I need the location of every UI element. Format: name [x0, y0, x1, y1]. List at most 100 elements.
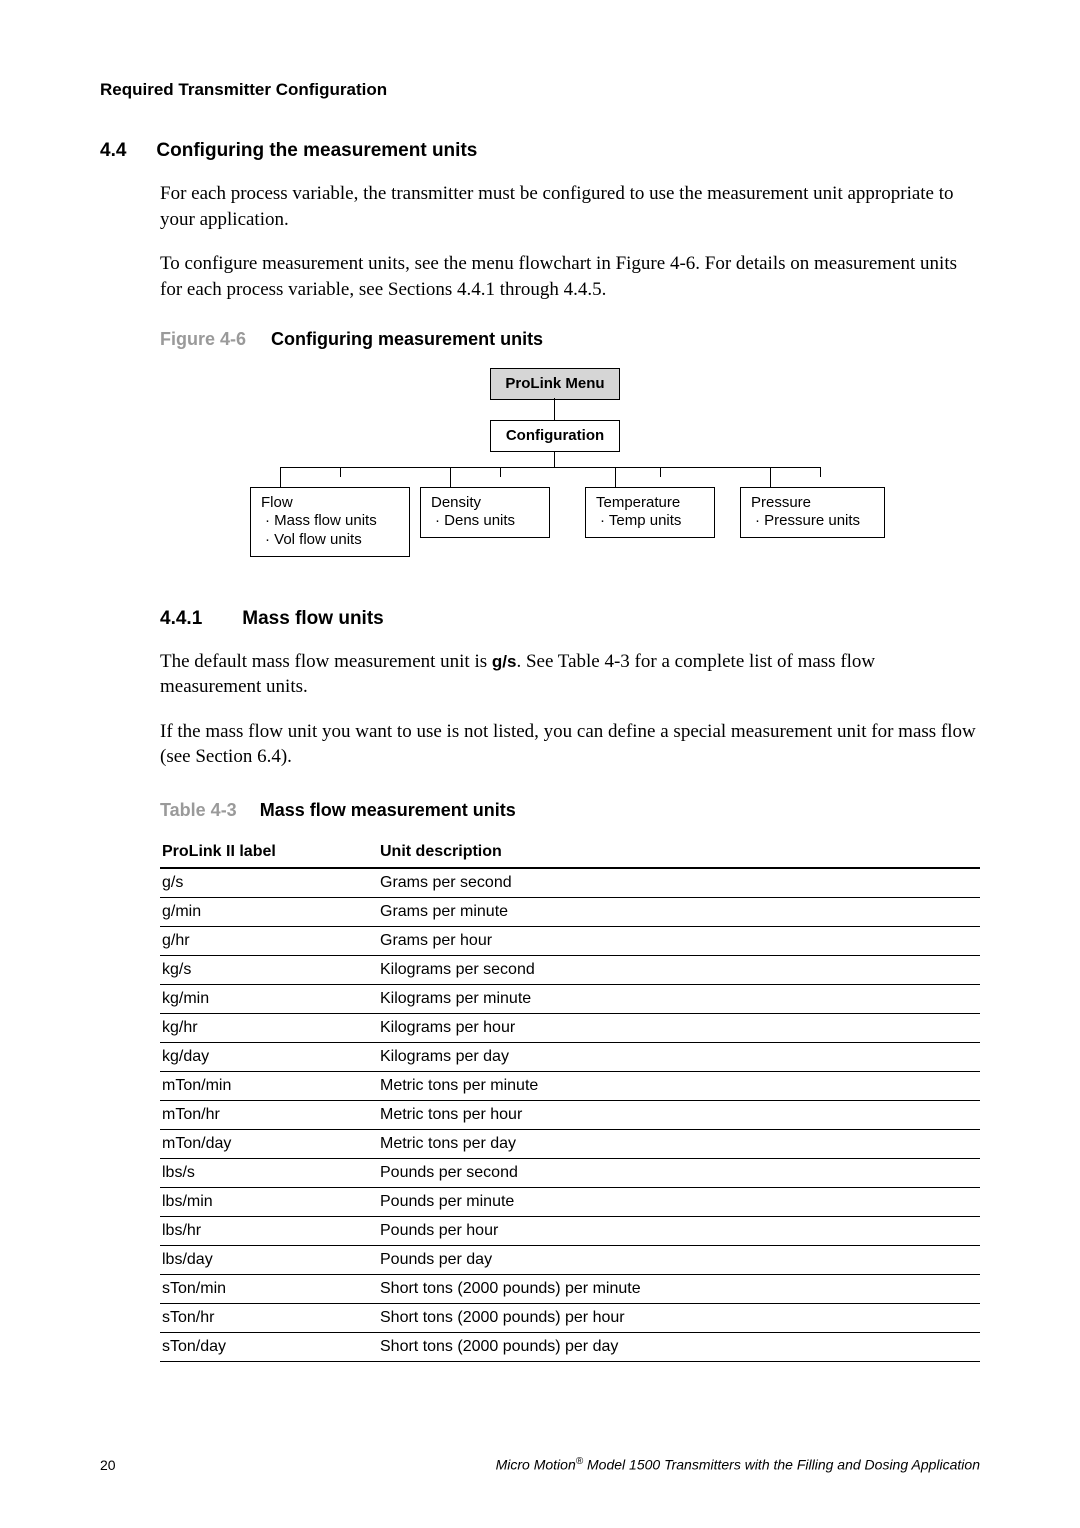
table-cell-label: mTon/hr [160, 1101, 378, 1130]
table-cell-description: Pounds per hour [378, 1217, 980, 1246]
text-run: Model 1500 Transmitters with the Filling… [583, 1457, 980, 1473]
table-row: mTon/hrMetric tons per hour [160, 1101, 980, 1130]
figure-title: Configuring measurement units [271, 329, 543, 349]
table-row: kg/hrKilograms per hour [160, 1014, 980, 1043]
table-cell-label: sTon/hr [160, 1304, 378, 1333]
page-number: 20 [100, 1457, 116, 1473]
table-row: mTon/minMetric tons per minute [160, 1072, 980, 1101]
section-title: Configuring the measurement units [156, 140, 477, 162]
diagram-connector [820, 467, 821, 477]
diagram-connector [554, 398, 555, 420]
table-row: kg/minKilograms per minute [160, 985, 980, 1014]
paragraph: For each process variable, the transmitt… [160, 181, 980, 232]
paragraph: To configure measurement units, see the … [160, 251, 980, 302]
table-cell-label: lbs/s [160, 1159, 378, 1188]
table-cell-description: Metric tons per hour [378, 1101, 980, 1130]
diagram-node-title: Flow [261, 494, 399, 513]
figure-4-6-diagram: ProLink Menu Configuration Flow · Mass f… [200, 368, 920, 578]
table-cell-description: Pounds per second [378, 1159, 980, 1188]
table-cell-description: Metric tons per minute [378, 1072, 980, 1101]
diagram-connector [450, 467, 451, 487]
table-row: lbs/dayPounds per day [160, 1246, 980, 1275]
table-cell-label: g/s [160, 868, 378, 898]
diagram-node-title: Temperature [596, 494, 704, 513]
figure-label: Figure 4-6 [160, 329, 246, 349]
diagram-node-item: · Vol flow units [261, 531, 399, 550]
table-row: sTon/minShort tons (2000 pounds) per min… [160, 1275, 980, 1304]
table-cell-label: sTon/day [160, 1333, 378, 1362]
table-row: lbs/hrPounds per hour [160, 1217, 980, 1246]
table-cell-description: Kilograms per hour [378, 1014, 980, 1043]
table-cell-label: mTon/min [160, 1072, 378, 1101]
page-footer: 20 Micro Motion® Model 1500 Transmitters… [100, 1456, 980, 1473]
diagram-connector [340, 467, 341, 477]
bold-text: g/s [492, 652, 517, 671]
table-title: Mass flow measurement units [260, 800, 516, 820]
table-cell-label: lbs/day [160, 1246, 378, 1275]
table-cell-description: Kilograms per day [378, 1043, 980, 1072]
table-cell-description: Kilograms per minute [378, 985, 980, 1014]
running-head: Required Transmitter Configuration [100, 80, 980, 100]
diagram-node-title: Density [431, 494, 539, 513]
table-cell-description: Kilograms per second [378, 956, 980, 985]
table-row: mTon/dayMetric tons per day [160, 1130, 980, 1159]
table-cell-description: Grams per minute [378, 898, 980, 927]
diagram-connector [554, 451, 555, 467]
section-4-4-1-body: The default mass flow measurement unit i… [160, 649, 980, 1363]
table-label: Table 4-3 [160, 800, 237, 820]
table-cell-description: Pounds per minute [378, 1188, 980, 1217]
diagram-connector [770, 467, 771, 487]
diagram-node-item: · Dens units [431, 512, 539, 531]
diagram-node-pressure: Pressure · Pressure units [740, 487, 885, 539]
section-4-4-1-heading: 4.4.1 Mass flow units [160, 608, 980, 630]
table-row: sTon/dayShort tons (2000 pounds) per day [160, 1333, 980, 1362]
table-cell-label: kg/s [160, 956, 378, 985]
diagram-connector [500, 467, 501, 477]
table-cell-description: Grams per second [378, 868, 980, 898]
page: Required Transmitter Configuration 4.4 C… [0, 0, 1080, 1528]
table-cell-description: Pounds per day [378, 1246, 980, 1275]
table-cell-label: lbs/min [160, 1188, 378, 1217]
table-row: sTon/hrShort tons (2000 pounds) per hour [160, 1304, 980, 1333]
table-header-row: ProLink II label Unit description [160, 835, 980, 868]
table-cell-description: Short tons (2000 pounds) per minute [378, 1275, 980, 1304]
table-cell-description: Short tons (2000 pounds) per day [378, 1333, 980, 1362]
diagram-node-title: Pressure [751, 494, 874, 513]
table-cell-label: kg/day [160, 1043, 378, 1072]
table-cell-description: Grams per hour [378, 927, 980, 956]
table-row: lbs/minPounds per minute [160, 1188, 980, 1217]
diagram-node-density: Density · Dens units [420, 487, 550, 539]
table-header-cell: ProLink II label [160, 835, 378, 868]
table-cell-label: kg/min [160, 985, 378, 1014]
diagram-connector [280, 467, 281, 487]
table-4-3: ProLink II label Unit description g/sGra… [160, 835, 980, 1362]
paragraph: The default mass flow measurement unit i… [160, 649, 980, 700]
section-title: Mass flow units [242, 608, 383, 630]
table-row: kg/dayKilograms per day [160, 1043, 980, 1072]
text-run: Micro Motion [496, 1457, 576, 1473]
diagram-node-item: · Temp units [596, 512, 704, 531]
table-row: g/sGrams per second [160, 868, 980, 898]
diagram-node-item: · Pressure units [751, 512, 874, 531]
diagram-node-temperature: Temperature · Temp units [585, 487, 715, 539]
diagram-connector [615, 467, 616, 487]
diagram-node-configuration: Configuration [490, 420, 620, 453]
table-cell-label: kg/hr [160, 1014, 378, 1043]
diagram-node-prolink-menu: ProLink Menu [490, 368, 620, 401]
section-4-4-heading: 4.4 Configuring the measurement units [100, 140, 980, 162]
table-cell-label: g/min [160, 898, 378, 927]
table-row: g/minGrams per minute [160, 898, 980, 927]
table-row: lbs/sPounds per second [160, 1159, 980, 1188]
section-4-4-body: For each process variable, the transmitt… [160, 181, 980, 578]
section-number: 4.4 [100, 140, 126, 162]
diagram-node-item: · Mass flow units [261, 512, 399, 531]
paragraph: If the mass flow unit you want to use is… [160, 719, 980, 770]
figure-4-6-caption: Figure 4-6 Configuring measurement units [160, 329, 980, 350]
table-cell-label: lbs/hr [160, 1217, 378, 1246]
table-row: kg/sKilograms per second [160, 956, 980, 985]
diagram-node-flow: Flow · Mass flow units · Vol flow units [250, 487, 410, 557]
table-cell-description: Short tons (2000 pounds) per hour [378, 1304, 980, 1333]
table-cell-label: sTon/min [160, 1275, 378, 1304]
table-cell-label: g/hr [160, 927, 378, 956]
table-cell-description: Metric tons per day [378, 1130, 980, 1159]
